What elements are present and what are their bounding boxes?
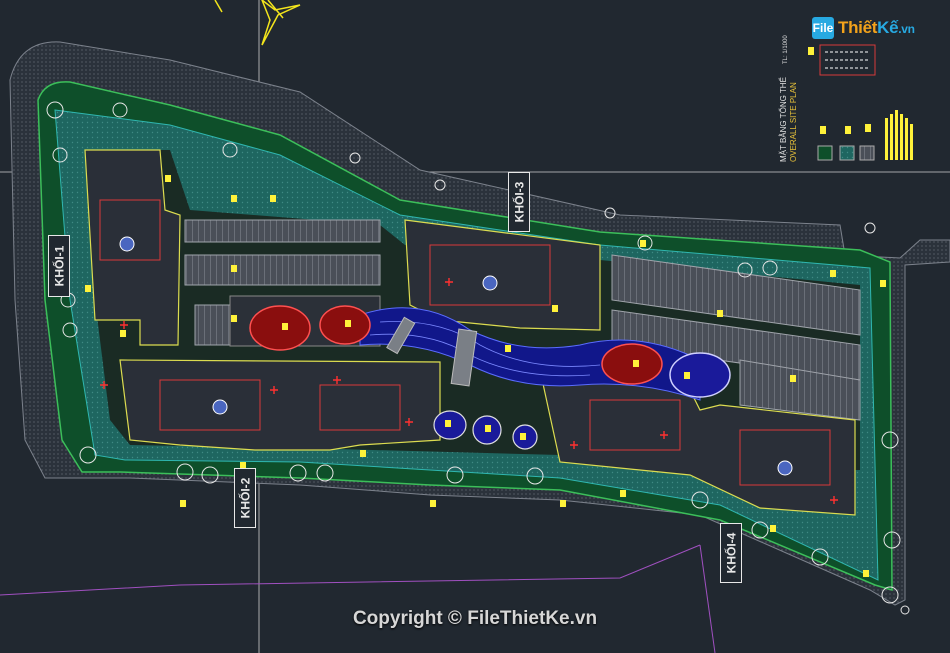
site-plan-drawing (0, 0, 950, 653)
block-label-k3: KHỐI-3 (508, 172, 530, 232)
legend-block (817, 44, 913, 161)
boundary-line (0, 544, 701, 596)
block-label-k1: KHỐI-1 (48, 235, 70, 297)
block-label-k4: KHỐI-4 (720, 523, 742, 583)
logo-ke: Kế (877, 18, 899, 37)
copyright-watermark: Copyright © FileThietKe.vn (352, 608, 598, 629)
logo-text: ThiếtKế.vn (838, 18, 915, 38)
drawing-title-line2: OVERALL SITE PLAN (789, 82, 798, 162)
drawing-title-line1: MẶT BẰNG TỔNG THỂ (779, 77, 788, 162)
logo-icon: File (812, 17, 834, 39)
block-label-k2: KHỐI-2 (234, 468, 256, 528)
logo-domain: .vn (898, 22, 915, 36)
north-arrow-icon (214, 0, 301, 46)
site-plan-canvas: File ThiếtKế.vn MẶT BẰNG TỔNG THỂ OVERAL… (0, 0, 950, 653)
watermark-logo: File ThiếtKế.vn (812, 14, 915, 42)
boundary-line-2 (699, 544, 716, 653)
logo-thiet: Thiết (838, 18, 878, 37)
drawing-scale: TL: 1/1000 (783, 35, 789, 64)
